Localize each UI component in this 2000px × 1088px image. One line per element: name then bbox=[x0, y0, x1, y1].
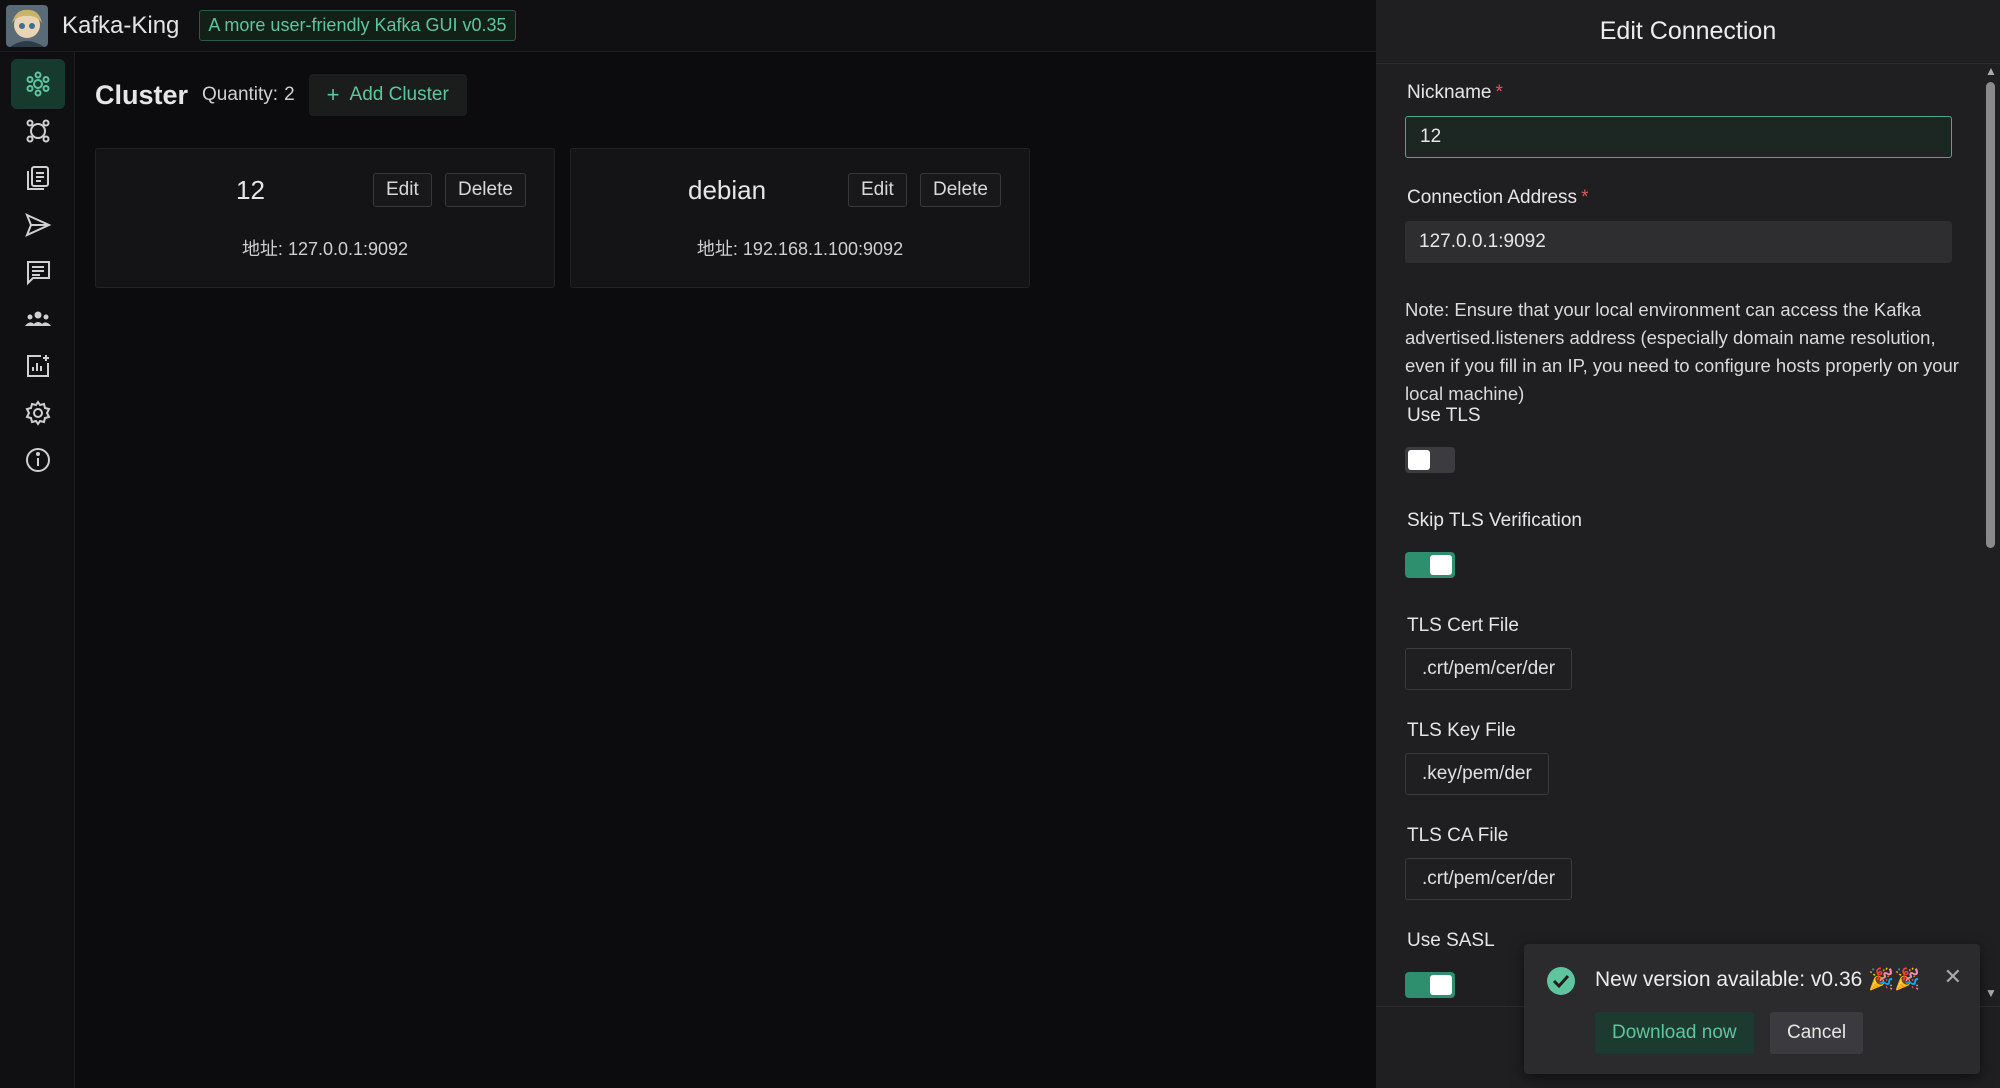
edit-cluster-button[interactable]: Edit bbox=[848, 173, 907, 207]
notification-message: New version available: v0.36 🎉🎉 bbox=[1595, 968, 1921, 991]
required-mark: * bbox=[1495, 82, 1503, 103]
sidebar-item-settings[interactable] bbox=[11, 388, 65, 438]
sidebar-item-node[interactable] bbox=[11, 106, 65, 156]
use-tls-switch[interactable] bbox=[1405, 447, 1455, 473]
sidebar-item-group[interactable] bbox=[11, 294, 65, 344]
switch-knob bbox=[1408, 450, 1430, 470]
tls-key-label: TLS Key File bbox=[1407, 720, 1516, 741]
drawer-scrollbar[interactable]: ▲ ▼ bbox=[1981, 64, 2000, 1006]
success-check-icon bbox=[1547, 967, 1575, 995]
node-icon bbox=[26, 119, 50, 143]
cluster-icon bbox=[26, 71, 50, 97]
settings-gear-icon bbox=[25, 400, 51, 426]
send-icon bbox=[25, 213, 52, 237]
cluster-name: debian bbox=[688, 175, 767, 205]
use-sasl-switch[interactable] bbox=[1405, 972, 1455, 998]
edit-cluster-button[interactable]: Edit bbox=[373, 173, 432, 207]
drawer-title: Edit Connection bbox=[1599, 17, 1777, 45]
quantity-label: Quantity: bbox=[202, 84, 279, 105]
tls-ca-file-button[interactable]: .crt/pem/cer/der bbox=[1405, 858, 1573, 900]
plus-icon: + bbox=[326, 82, 340, 107]
nickname-input[interactable]: 12 bbox=[1405, 116, 1952, 158]
skip-tls-switch[interactable] bbox=[1405, 552, 1455, 578]
skip-tls-label: Skip TLS Verification bbox=[1407, 510, 1582, 531]
cluster-name: 12 bbox=[236, 175, 265, 205]
update-notification: New version available: v0.36 🎉🎉 ✕ Downlo… bbox=[1524, 944, 1980, 1074]
cluster-card[interactable]: 12 Edit Delete 地址: 127.0.0.1:9092 bbox=[95, 148, 555, 288]
sidebar-item-monitor[interactable] bbox=[11, 341, 65, 391]
message-icon bbox=[27, 261, 50, 286]
cluster-address: 地址: 192.168.1.100:9092 bbox=[696, 239, 904, 259]
delete-cluster-button[interactable]: Delete bbox=[920, 173, 1001, 207]
page-title: Cluster bbox=[95, 79, 189, 110]
add-cluster-label: Add Cluster bbox=[349, 84, 449, 105]
tls-key-file-button[interactable]: .key/pem/der bbox=[1405, 753, 1549, 795]
group-icon bbox=[25, 311, 51, 326]
connection-address-input[interactable]: 127.0.0.1:9092 bbox=[1405, 221, 1952, 263]
cluster-toolbar: Cluster Quantity: 2 + Add Cluster bbox=[95, 74, 467, 116]
switch-knob bbox=[1430, 975, 1452, 995]
tls-ca-label: TLS CA File bbox=[1407, 825, 1509, 846]
switch-knob bbox=[1430, 555, 1452, 575]
drawer-form: Nickname * 12 Connection Address * 127.0.0… bbox=[1376, 64, 1981, 1006]
app-logo bbox=[6, 4, 48, 47]
required-mark: * bbox=[1581, 187, 1589, 208]
download-now-button[interactable]: Download now bbox=[1595, 1012, 1754, 1054]
app-title: Kafka-King bbox=[62, 11, 180, 39]
cancel-button[interactable]: Cancel bbox=[1770, 1012, 1864, 1054]
scroll-thumb[interactable] bbox=[1986, 82, 1995, 548]
sidebar-item-about[interactable] bbox=[11, 435, 65, 485]
monitor-chart-icon bbox=[27, 355, 49, 377]
tls-cert-label: TLS Cert File bbox=[1407, 615, 1519, 636]
topic-list-icon bbox=[27, 166, 49, 190]
sidebar-item-topic[interactable] bbox=[11, 153, 65, 203]
edit-connection-drawer: Edit Connection Nickname * 12 Connection … bbox=[1376, 0, 2000, 1088]
quantity-value: 2 bbox=[284, 84, 295, 105]
sidebar-item-cluster[interactable] bbox=[11, 59, 65, 109]
use-sasl-label: Use SASL bbox=[1407, 930, 1495, 951]
drawer-header: Edit Connection bbox=[1376, 0, 2000, 64]
cluster-card[interactable]: debian Edit Delete 地址: 192.168.1.100:909… bbox=[570, 148, 1030, 288]
app-header: Kafka-King A more user-friendly Kafka GU… bbox=[0, 0, 1376, 52]
app-window: Kafka-King A more user-friendly Kafka GU… bbox=[0, 0, 2000, 1088]
use-tls-label: Use TLS bbox=[1407, 405, 1481, 426]
cluster-address: 地址: 127.0.0.1:9092 bbox=[241, 239, 409, 259]
cluster-page: Cluster Quantity: 2 + Add Cluster 12 Edi… bbox=[76, 52, 1376, 1088]
tls-cert-file-button[interactable]: .crt/pem/cer/der bbox=[1405, 648, 1573, 690]
sidebar-item-producer[interactable] bbox=[11, 200, 65, 250]
connection-address-label: Connection Address * bbox=[1407, 187, 1589, 208]
connection-note: Note: Ensure that your local environment… bbox=[1405, 299, 1959, 404]
scroll-up-arrow-icon[interactable]: ▲ bbox=[1985, 64, 1997, 78]
version-tag: A more user-friendly Kafka GUI v0.35 bbox=[199, 10, 516, 41]
add-cluster-button[interactable]: + Add Cluster bbox=[308, 74, 467, 116]
sidebar-item-consumer[interactable] bbox=[11, 247, 65, 297]
info-icon bbox=[26, 448, 50, 472]
delete-cluster-button[interactable]: Delete bbox=[445, 173, 526, 207]
nickname-label: Nickname * bbox=[1407, 82, 1503, 103]
scroll-down-arrow-icon[interactable]: ▼ bbox=[1985, 986, 1997, 1000]
sidebar bbox=[0, 52, 75, 1088]
close-icon[interactable]: ✕ bbox=[1944, 964, 1962, 990]
